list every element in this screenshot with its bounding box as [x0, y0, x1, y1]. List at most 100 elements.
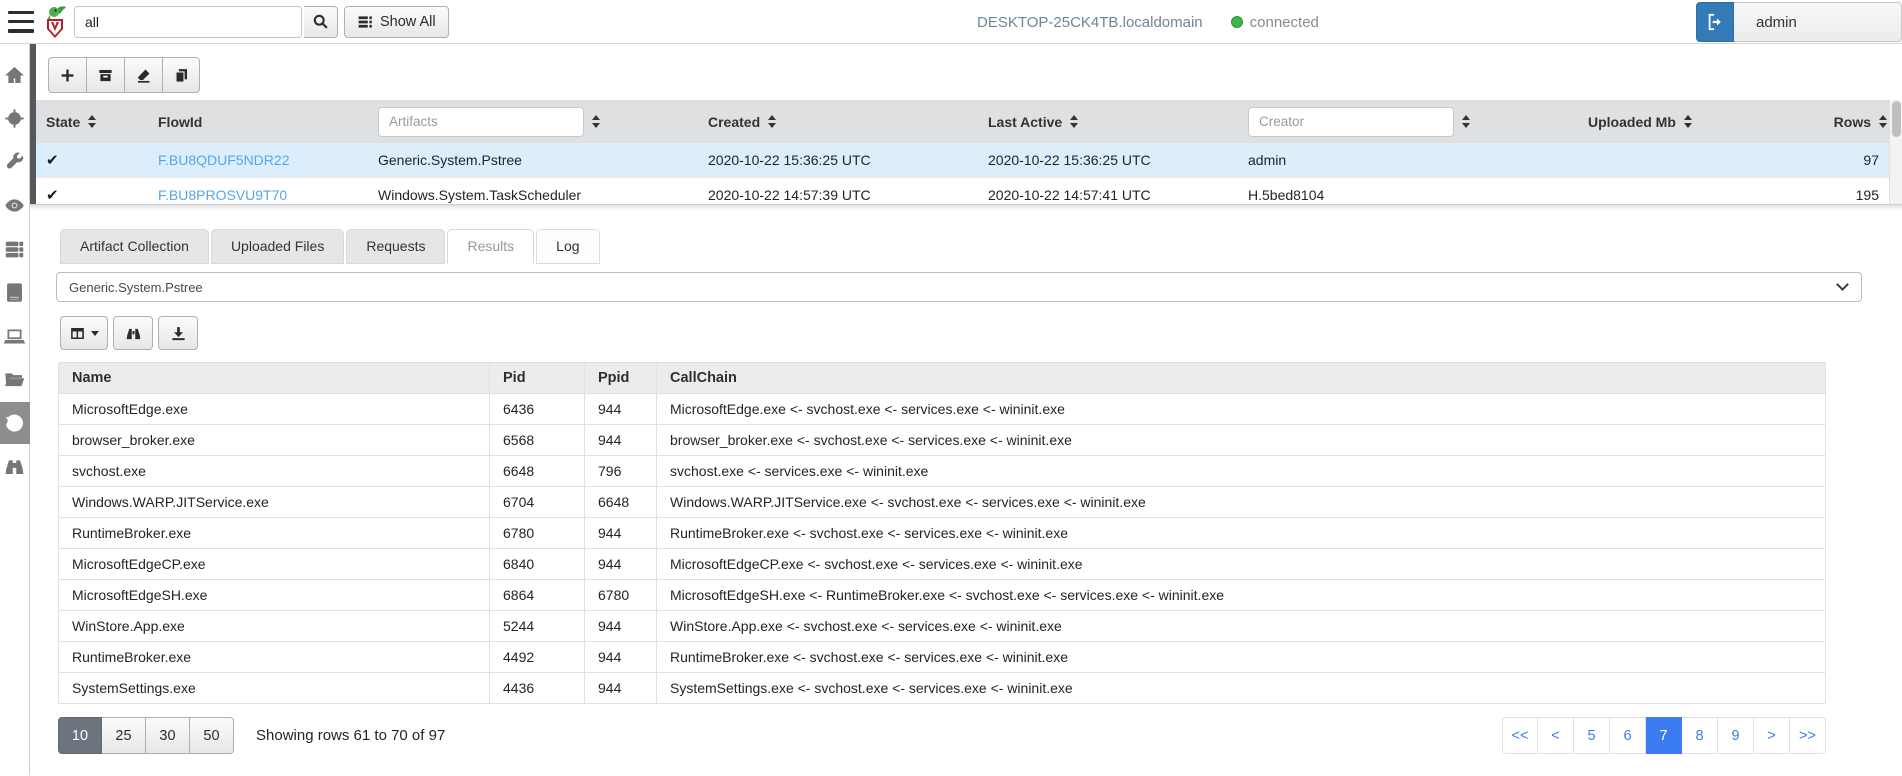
- sidebar-nav: [0, 44, 30, 775]
- flow-row[interactable]: ✔ F.BU8PROSVU9T70 Windows.System.TaskSched…: [36, 178, 1889, 204]
- archive-collection-button[interactable]: [86, 57, 124, 93]
- page-8[interactable]: 8: [1682, 717, 1718, 754]
- flow-rows-cell: 195: [1855, 187, 1879, 203]
- results-table: Name Pid Ppid CallChain MicrosoftEdge.ex…: [58, 362, 1826, 704]
- flows-table: State FlowId Created Last Active Uploade…: [36, 100, 1889, 204]
- show-all-button[interactable]: Show All: [344, 5, 449, 38]
- artifact-selector[interactable]: Generic.System.Pstree: [56, 272, 1862, 302]
- sidebar-item-hunts[interactable]: [0, 98, 30, 140]
- flow-id-link[interactable]: F.BU8QDUF5NDR22: [158, 152, 289, 168]
- page-7[interactable]: 7: [1646, 717, 1682, 754]
- flows-scrollbar-thumb[interactable]: [1892, 101, 1901, 137]
- column-picker-button[interactable]: [60, 316, 108, 350]
- flow-row[interactable]: ✔ F.BU8QDUF5NDR22 Generic.System.Pstree 202…: [36, 143, 1889, 178]
- download-button[interactable]: [158, 316, 198, 350]
- page-size-30[interactable]: 30: [146, 717, 190, 754]
- plus-icon: [61, 69, 74, 81]
- hamburger-menu-icon[interactable]: [8, 10, 34, 33]
- crosshair-icon: [5, 109, 24, 128]
- flow-artifacts-cell: Generic.System.Pstree: [378, 152, 522, 168]
- tab-log[interactable]: Log: [536, 229, 600, 264]
- result-row: RuntimeBroker.exe 4492 944 RuntimeBroker.ex…: [59, 642, 1825, 673]
- sidebar-item-client-events[interactable]: [0, 446, 30, 488]
- col-ppid: Ppid: [584, 363, 656, 394]
- tab-artifact-collection[interactable]: Artifact Collection: [60, 229, 209, 264]
- tab-results[interactable]: Results: [447, 229, 535, 264]
- new-collection-button[interactable]: [48, 57, 86, 93]
- sidebar-item-notebooks[interactable]: [0, 272, 30, 314]
- result-pid-cell: 6864: [489, 580, 584, 611]
- page-5[interactable]: 5: [1574, 717, 1610, 754]
- logout-button[interactable]: [1696, 2, 1734, 42]
- next-page[interactable]: >: [1754, 717, 1790, 754]
- result-ppid-cell: 6648: [584, 487, 656, 518]
- flows-table-body: ✔ F.BU8QDUF5NDR22 Generic.System.Pstree 202…: [36, 143, 1889, 204]
- page-9[interactable]: 9: [1718, 717, 1754, 754]
- result-name-cell: RuntimeBroker.exe: [59, 518, 489, 549]
- artifacts-filter-input[interactable]: [378, 106, 584, 137]
- last-page[interactable]: >>: [1790, 717, 1826, 754]
- flow-rows-cell: 97: [1863, 152, 1879, 168]
- sidebar-item-server-artifacts[interactable]: [0, 228, 30, 270]
- flow-id-link[interactable]: F.BU8PROSVU9T70: [158, 187, 287, 203]
- result-name-cell: MicrosoftEdge.exe: [59, 394, 489, 425]
- prev-page[interactable]: <: [1538, 717, 1574, 754]
- sort-uploaded-mb[interactable]: [1683, 115, 1692, 128]
- result-ppid-cell: 6780: [584, 580, 656, 611]
- sidebar-item-artifacts[interactable]: [0, 141, 30, 183]
- sort-created[interactable]: [768, 115, 777, 128]
- detail-tabs: Artifact Collection Uploaded Files Request…: [60, 229, 1902, 264]
- page-size-25[interactable]: 25: [102, 717, 146, 754]
- search-button[interactable]: [304, 5, 338, 38]
- flows-scrollbar[interactable]: [1889, 100, 1902, 204]
- sort-state[interactable]: [88, 115, 97, 128]
- sidebar-item-host-info[interactable]: [0, 315, 30, 357]
- sidebar-item-server-events[interactable]: [0, 185, 30, 227]
- result-row: MicrosoftEdgeCP.exe 6840 944 MicrosoftEdgeC…: [59, 549, 1825, 580]
- delete-collection-button[interactable]: [124, 57, 162, 93]
- result-ppid-cell: 944: [584, 611, 656, 642]
- col-created: Created: [708, 113, 761, 130]
- flow-created-cell: 2020-10-22 15:36:25 UTC: [708, 152, 871, 168]
- sidebar-item-home[interactable]: [0, 54, 30, 96]
- result-name-cell: WinStore.App.exe: [59, 611, 489, 642]
- server-list-icon: [358, 15, 372, 28]
- pagination-bar: 10 25 30 50 Showing rows 61 to 70 of 97 << <…: [58, 717, 1826, 754]
- velociraptor-logo: [47, 5, 66, 38]
- filter-rows-button[interactable]: [113, 316, 153, 350]
- sort-artifacts[interactable]: [592, 115, 600, 128]
- sidebar-item-vfs[interactable]: [0, 359, 30, 401]
- results-table-header: Name Pid Ppid CallChain: [59, 363, 1825, 394]
- sidebar-item-collected-artifacts[interactable]: [0, 402, 30, 444]
- page-size-10[interactable]: 10: [58, 717, 102, 754]
- page-6[interactable]: 6: [1610, 717, 1646, 754]
- tab-requests[interactable]: Requests: [346, 229, 446, 264]
- flow-last-active-cell: 2020-10-22 14:57:41 UTC: [988, 187, 1151, 203]
- result-name-cell: SystemSettings.exe: [72, 680, 196, 696]
- laptop-icon: [4, 329, 25, 343]
- result-callchain-cell: SystemSettings.exe <- svchost.exe <- ser…: [656, 673, 1825, 703]
- connection-status: connected: [1249, 13, 1319, 31]
- tab-uploaded-files[interactable]: Uploaded Files: [210, 229, 345, 264]
- section-divider: [30, 44, 36, 204]
- search-input[interactable]: [74, 5, 302, 38]
- copy-icon: [174, 68, 187, 83]
- page-size-50[interactable]: 50: [190, 717, 234, 754]
- first-page[interactable]: <<: [1502, 717, 1538, 754]
- user-menu-button[interactable]: admin: [1734, 2, 1902, 42]
- sort-creator[interactable]: [1462, 115, 1470, 128]
- sort-rows[interactable]: [1879, 115, 1887, 128]
- result-ppid-cell: 944: [584, 518, 656, 549]
- copy-collection-button[interactable]: [162, 57, 200, 93]
- result-pid-cell: 4492: [489, 642, 584, 673]
- result-pid-cell: 6840: [489, 549, 584, 580]
- result-callchain-cell: MicrosoftEdgeCP.exe <- svchost.exe <- se…: [656, 549, 1825, 580]
- result-pid-cell: 6436: [489, 394, 584, 425]
- row-count-status: Showing rows 61 to 70 of 97: [256, 727, 446, 744]
- col-name: Name: [59, 363, 489, 394]
- flows-toolbar: [48, 57, 200, 93]
- creator-filter-input[interactable]: [1248, 106, 1454, 137]
- sort-last-active[interactable]: [1070, 115, 1079, 128]
- chevron-down-icon: [1836, 278, 1849, 291]
- flow-last-active-cell: 2020-10-22 15:36:25 UTC: [988, 152, 1151, 168]
